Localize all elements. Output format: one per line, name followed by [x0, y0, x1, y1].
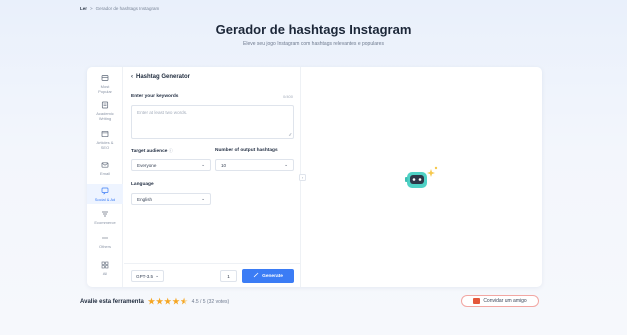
model-select[interactable]: GPT-3.5 ⌄ — [131, 270, 164, 282]
browser-icon — [101, 130, 109, 138]
rating-bar: Avalie esta ferramenta ★ ★ ★ ★ ★ 4.5 / 5… — [80, 297, 229, 306]
gift-icon — [473, 298, 481, 304]
grid-icon — [101, 261, 109, 269]
chevron-down-icon: ⌄ — [201, 162, 205, 167]
audience-value: Everyone — [137, 162, 157, 168]
sidebar-item-label: Social & Ad — [94, 197, 116, 202]
wand-icon — [253, 272, 259, 280]
resize-handle-icon[interactable]: ∕∕ — [290, 132, 291, 137]
output-value: 10 — [221, 162, 227, 168]
star-icon[interactable]: ★ — [172, 297, 179, 306]
star-icon[interactable]: ★ — [148, 297, 155, 306]
keywords-input[interactable]: Enter at least two words. ∕∕ — [131, 105, 294, 139]
audience-label-text: Target audience — [131, 149, 168, 154]
document-icon — [101, 101, 109, 109]
chevron-left-icon: ‹ — [301, 175, 304, 180]
generate-button[interactable]: Generate — [242, 269, 294, 283]
language-select[interactable]: English ⌄ — [131, 193, 211, 205]
output-count-select[interactable]: 10 ⌄ — [215, 159, 294, 171]
language-label: Language — [131, 182, 154, 187]
breadcrumb-separator: > — [90, 6, 93, 11]
rating-score: 4.5 / 5 (32 votes) — [191, 298, 230, 305]
sidebar-item-most-popular[interactable]: Most Popular — [87, 73, 123, 95]
invite-friend-button[interactable]: Convidar um amigo — [461, 295, 539, 307]
chevron-down-icon: ⌄ — [155, 273, 159, 278]
info-icon[interactable]: ⓘ — [169, 148, 173, 153]
page-title: Gerador de hashtags Instagram — [215, 22, 412, 37]
breadcrumb: Ler > Gerador de hashtags Instagram — [80, 6, 159, 11]
quantity-input[interactable]: 1 — [220, 270, 237, 282]
model-value: GPT-3.5 — [136, 273, 154, 279]
sidebar-item-label: SEO — [100, 145, 110, 150]
audience-label: Target audience ⓘ — [131, 148, 173, 154]
chevron-down-icon: ⌄ — [284, 162, 288, 167]
invite-label: Convidar um amigo — [483, 298, 527, 304]
output-label: Number of output hashtags — [215, 148, 278, 153]
back-chevron-icon[interactable]: ‹ — [131, 74, 133, 80]
breadcrumb-current: Gerador de hashtags Instagram — [95, 6, 160, 11]
sidebar-item-others[interactable]: Others — [87, 233, 123, 251]
collapse-panel-button[interactable]: ‹ — [299, 174, 306, 181]
category-sidebar: Most Popular Academic Writing Articles &… — [87, 67, 123, 287]
rating-label: Avalie esta ferramenta — [80, 298, 144, 305]
dots-icon — [101, 234, 109, 242]
star-icon[interactable]: ★ — [164, 297, 171, 306]
page-subtitle: Eleve seu jogo Instagram com hashtags re… — [243, 41, 384, 47]
sidebar-item-label: Ecommerce — [94, 220, 116, 225]
sidebar-item-label: Writing — [98, 116, 112, 121]
sidebar-item-label: All — [102, 271, 108, 276]
star-icon[interactable]: ★ — [156, 297, 163, 306]
sidebar-item-academic-writing[interactable]: Academic Writing — [87, 100, 123, 122]
rating-stars[interactable]: ★ ★ ★ ★ ★ — [148, 297, 188, 306]
sidebar-item-social-ad[interactable]: Social & Ad — [87, 184, 123, 204]
form-footer: GPT-3.5 ⌄ 1 Generate — [124, 263, 301, 287]
sidebar-item-label: Popular — [98, 89, 112, 94]
keywords-counter: 0/400 — [282, 94, 293, 99]
tool-card: Most Popular Academic Writing Articles &… — [87, 67, 542, 287]
keywords-placeholder: Enter at least two words. — [137, 110, 188, 115]
form-header: ‹ Hashtag Generator — [131, 74, 190, 80]
robot-mascot-icon — [403, 164, 443, 194]
chevron-down-icon: ⌄ — [201, 196, 205, 201]
cart-icon — [101, 210, 109, 218]
breadcrumb-home[interactable]: Ler — [80, 6, 87, 11]
language-value: English — [137, 196, 153, 202]
sidebar-item-email[interactable]: Email — [87, 160, 123, 178]
sidebar-item-label: Others — [98, 244, 111, 249]
sidebar-item-ecommerce[interactable]: Ecommerce — [87, 209, 123, 227]
generate-label: Generate — [262, 273, 283, 279]
keywords-label: Enter your keywords — [131, 94, 179, 99]
form-panel: ‹ Hashtag Generator Enter your keywords … — [124, 67, 301, 287]
mail-icon — [101, 161, 109, 169]
box-icon — [101, 74, 109, 82]
sidebar-item-all[interactable]: All — [87, 260, 123, 278]
form-title: Hashtag Generator — [136, 74, 191, 80]
half-star-icon[interactable]: ★ — [181, 297, 188, 306]
chat-icon — [101, 187, 109, 195]
audience-select[interactable]: Everyone ⌄ — [131, 159, 211, 171]
sidebar-item-label: Email — [99, 171, 110, 176]
sidebar-item-articles-seo[interactable]: Articles & SEO — [87, 129, 123, 151]
